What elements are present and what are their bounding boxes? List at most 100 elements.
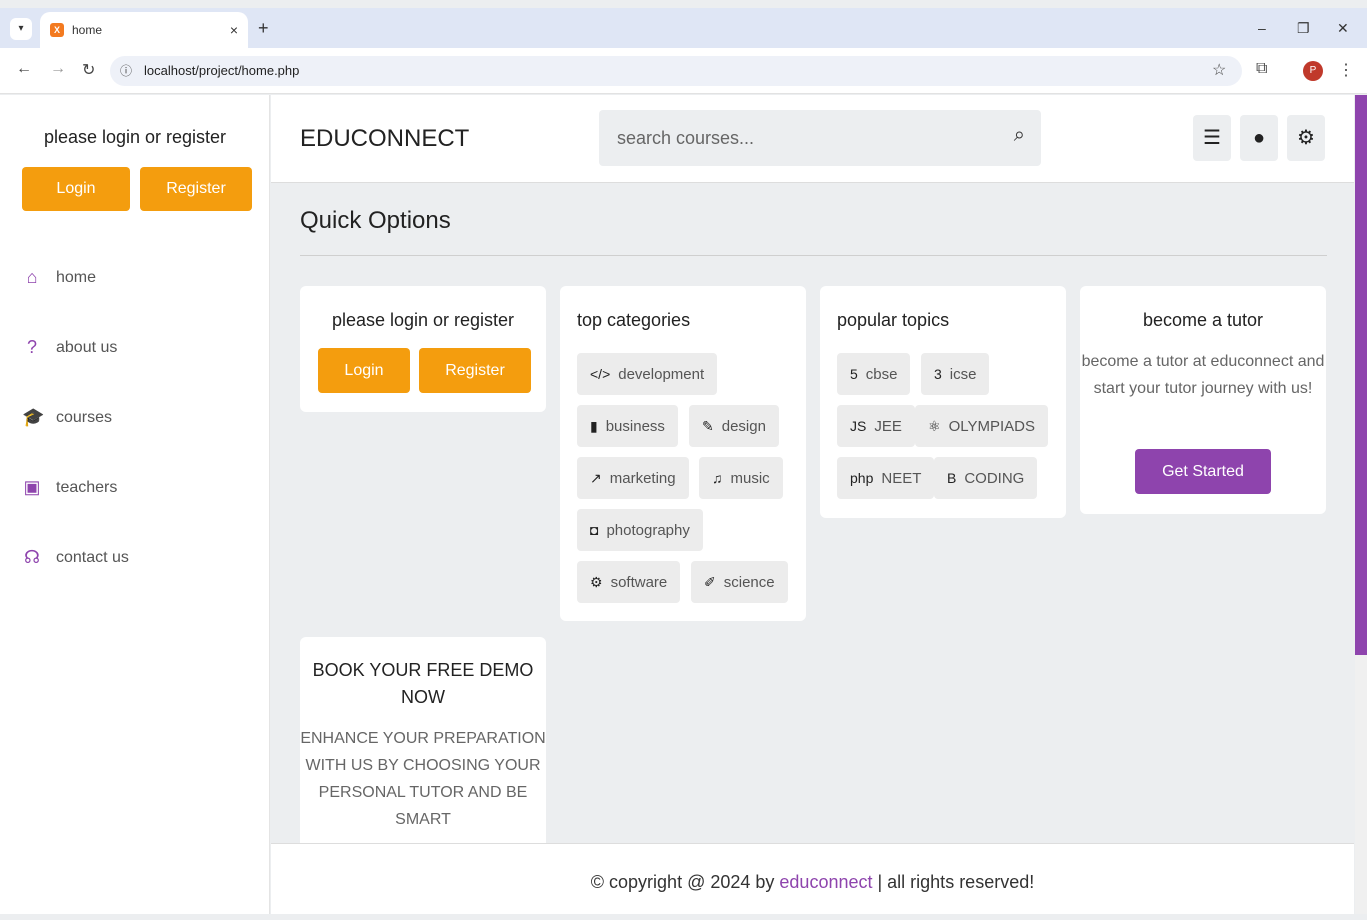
pen-icon: ✎ bbox=[702, 417, 714, 434]
category-software[interactable]: ⚙ software bbox=[577, 561, 681, 603]
topic-olympiads[interactable]: ⚛ OLYMPIADS bbox=[915, 405, 1048, 447]
register-button[interactable]: Register bbox=[140, 167, 252, 211]
sidebar-item-about[interactable]: ? about us bbox=[22, 337, 117, 358]
sidebar-item-label: courses bbox=[56, 408, 113, 426]
category-marketing[interactable]: ↗ marketing bbox=[577, 457, 689, 499]
topic-coding[interactable]: B CODING bbox=[934, 457, 1038, 499]
sidebar-item-label: home bbox=[56, 268, 97, 286]
site-logo[interactable]: EDUCONNECT bbox=[300, 125, 469, 153]
sidebar-item-teachers[interactable]: ▣ teachers bbox=[22, 477, 117, 498]
tab-title: home bbox=[72, 23, 103, 37]
search-input[interactable]: search courses... ⌕ bbox=[599, 110, 1041, 166]
scrollbar-thumb[interactable] bbox=[1355, 95, 1367, 655]
sidebar-item-label: about us bbox=[56, 338, 118, 356]
topic-icse[interactable]: 3 icse bbox=[921, 353, 990, 395]
browser-tab[interactable]: X home × bbox=[40, 12, 248, 48]
sidebar-item-label: teachers bbox=[56, 478, 118, 496]
demo-card: BOOK YOUR FREE DEMO NOW ENHANCE YOUR PRE… bbox=[300, 637, 546, 843]
sidebar-title: please login or register bbox=[43, 127, 227, 147]
card-login-button[interactable]: Login bbox=[318, 348, 410, 393]
category-music[interactable]: ♫ music bbox=[699, 457, 783, 499]
graduation-cap-icon: 🎓 bbox=[22, 407, 45, 427]
title-divider bbox=[300, 255, 1327, 256]
page-scrollbar[interactable] bbox=[1355, 95, 1367, 914]
footer-suffix: | all rights reserved! bbox=[872, 872, 1035, 892]
footer-brand-link[interactable]: educonnect bbox=[779, 872, 872, 892]
home-icon: ⌂ bbox=[26, 267, 38, 287]
profile-avatar[interactable]: P bbox=[1303, 61, 1323, 81]
page-title: Quick Options bbox=[300, 207, 451, 234]
category-label: music bbox=[730, 469, 770, 487]
chalkboard-teacher-icon: ▣ bbox=[23, 477, 41, 497]
back-icon[interactable]: ← bbox=[16, 60, 32, 78]
topic-neet[interactable]: php NEET bbox=[837, 457, 935, 499]
demo-description: ENHANCE YOUR PREPARATION WITH US BY CHOO… bbox=[300, 730, 546, 828]
tab-search-icon[interactable]: ▾ bbox=[10, 18, 32, 40]
topic-label: NEET bbox=[881, 469, 922, 487]
bootstrap-icon: B bbox=[947, 470, 957, 486]
reload-icon[interactable]: ↻ bbox=[82, 60, 95, 80]
close-tab-icon[interactable]: × bbox=[230, 22, 238, 38]
sidebar-item-contact[interactable]: ☊ contact us bbox=[22, 547, 129, 568]
category-business[interactable]: ▮ business bbox=[577, 405, 678, 447]
cog-icon: ⚙ bbox=[590, 573, 603, 590]
url-bar[interactable]: ⓘ localhost/project/home.php bbox=[110, 56, 1242, 86]
restore-icon[interactable]: ❐ bbox=[1297, 20, 1310, 37]
headset-icon: ☊ bbox=[24, 547, 40, 567]
site-footer: © copyright @ 2024 by educonnect | all r… bbox=[271, 843, 1354, 914]
card-register-button[interactable]: Register bbox=[419, 348, 531, 393]
site-info-icon[interactable]: ⓘ bbox=[120, 56, 132, 86]
topics-title: popular topics bbox=[837, 310, 950, 330]
category-label: photography bbox=[606, 521, 690, 539]
extensions-icon[interactable]: ⧉ bbox=[1256, 60, 1267, 78]
footer-prefix: © copyright @ 2024 by bbox=[590, 872, 780, 892]
category-photography[interactable]: ◘ photography bbox=[577, 509, 703, 551]
forward-icon[interactable]: → bbox=[50, 60, 66, 78]
category-label: design bbox=[721, 417, 766, 435]
sidebar-item-home[interactable]: ⌂ home bbox=[22, 267, 96, 288]
address-toolbar: ← → ↻ ⓘ localhost/project/home.php ☆ ⧉ P… bbox=[0, 48, 1367, 94]
topic-label: CODING bbox=[964, 469, 1025, 487]
new-tab-icon[interactable]: + bbox=[258, 18, 269, 39]
chart-bar-icon: ▮ bbox=[590, 417, 598, 434]
camera-icon: ◘ bbox=[590, 522, 599, 538]
code-icon: </> bbox=[590, 366, 611, 382]
categories-card: top categories </> development ▮ business … bbox=[560, 286, 806, 621]
topic-cbse[interactable]: 5 cbse bbox=[837, 353, 911, 395]
topic-label: icse bbox=[949, 365, 977, 383]
settings-gear-icon[interactable]: ⚙ bbox=[1287, 115, 1325, 161]
topic-label: OLYMPIADS bbox=[948, 417, 1035, 435]
minimize-icon[interactable]: – bbox=[1258, 20, 1266, 36]
php-icon: php bbox=[850, 470, 874, 486]
menu-kebab-icon[interactable]: ⋮ bbox=[1338, 60, 1354, 80]
menu-bars-icon[interactable]: ☰ bbox=[1193, 115, 1231, 161]
user-icon[interactable]: ● bbox=[1240, 115, 1278, 161]
sidebar: please login or register Login Register … bbox=[0, 95, 270, 914]
topic-jee[interactable]: JS JEE bbox=[837, 405, 915, 447]
demo-title: BOOK YOUR FREE DEMO NOW bbox=[312, 660, 534, 707]
bookmark-star-icon[interactable]: ☆ bbox=[1212, 60, 1226, 80]
login-button[interactable]: Login bbox=[22, 167, 130, 211]
get-started-button[interactable]: Get Started bbox=[1135, 449, 1271, 494]
react-icon: ⚛ bbox=[928, 417, 941, 434]
js-icon: JS bbox=[850, 418, 867, 434]
search-icon[interactable]: ⌕ bbox=[1014, 124, 1025, 147]
category-label: development bbox=[618, 365, 705, 383]
category-development[interactable]: </> development bbox=[577, 353, 718, 395]
category-science[interactable]: ✐ science bbox=[691, 561, 788, 603]
tutor-card: become a tutor become a tutor at educonn… bbox=[1080, 286, 1326, 514]
browser-tab-strip: ▾ X home × + – ❐ ✕ bbox=[0, 8, 1367, 48]
category-design[interactable]: ✎ design bbox=[689, 405, 779, 447]
topic-label: JEE bbox=[874, 417, 902, 435]
sidebar-item-courses[interactable]: 🎓 courses bbox=[22, 407, 112, 428]
login-card: please login or register Login Register bbox=[300, 286, 546, 412]
sidebar-item-label: contact us bbox=[56, 548, 129, 566]
topic-label: cbse bbox=[865, 365, 898, 383]
close-window-icon[interactable]: ✕ bbox=[1337, 20, 1349, 37]
categories-title: top categories bbox=[577, 310, 691, 330]
category-label: business bbox=[605, 417, 665, 435]
url-text: localhost/project/home.php bbox=[144, 63, 300, 78]
question-icon: ? bbox=[26, 337, 37, 357]
vial-icon: ✐ bbox=[704, 573, 716, 590]
category-label: marketing bbox=[609, 469, 676, 487]
